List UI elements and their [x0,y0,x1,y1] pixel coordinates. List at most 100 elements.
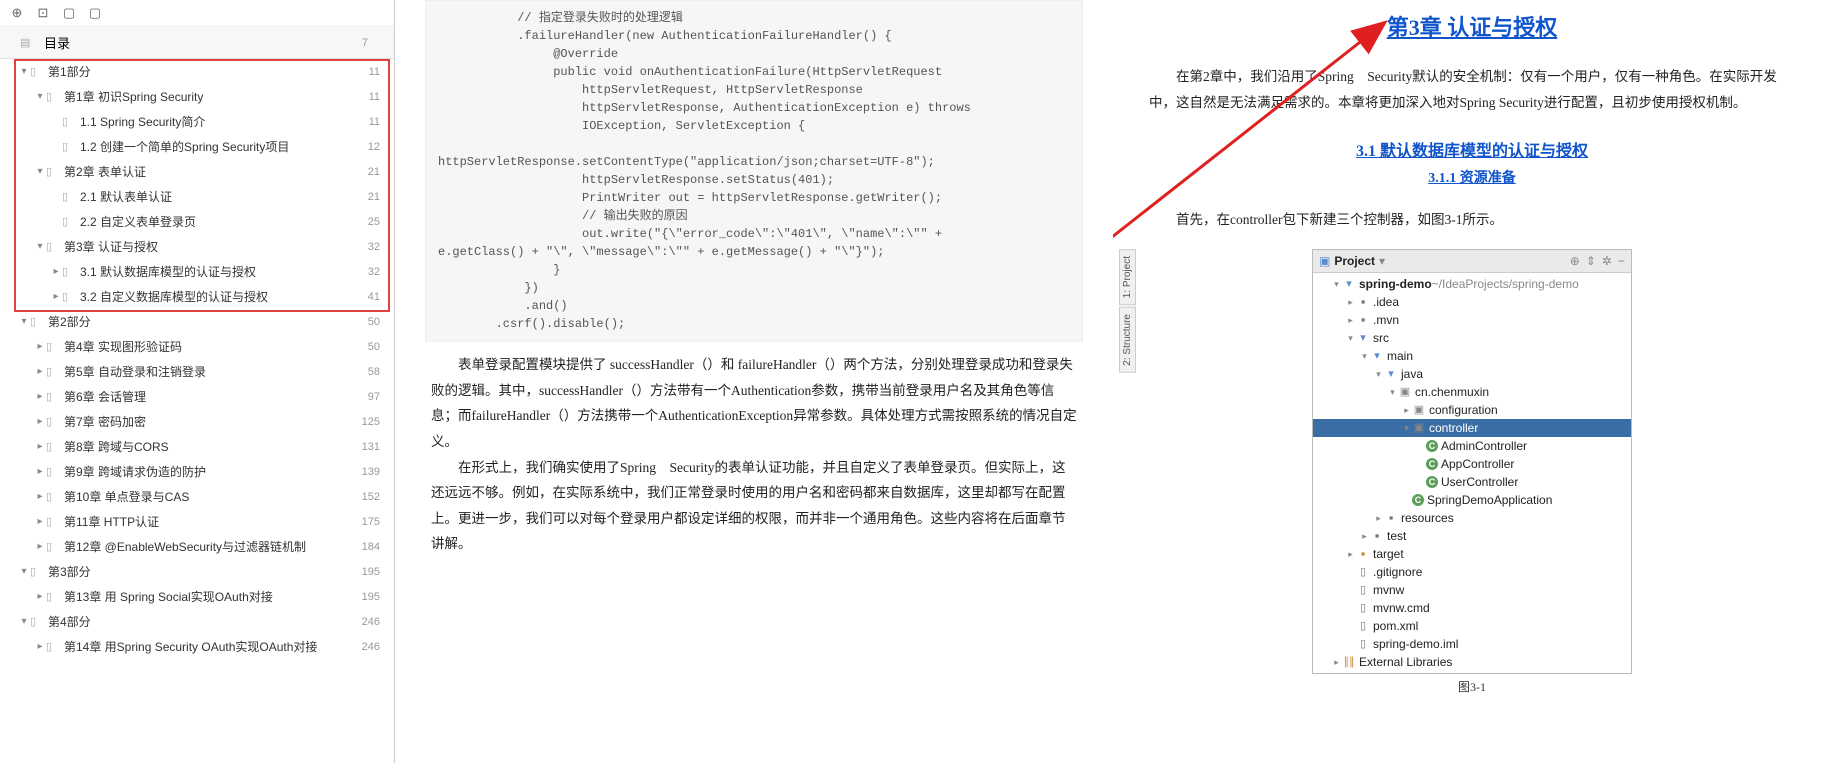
toc-item[interactable]: ▾▯第1部分11 [0,59,394,84]
expand-icon[interactable]: ▸ [34,391,46,402]
folder-icon: ▣ [1319,254,1330,268]
toolbar-btn-3[interactable]: ▢ [60,4,78,22]
gear-icon[interactable]: ✲ [1602,254,1612,268]
tree-expand-icon[interactable]: ▸ [1359,527,1370,545]
crosshair-icon[interactable]: ⊕ [1570,254,1580,268]
expand-icon[interactable]: ▸ [34,591,46,602]
tab-project[interactable]: 1: Project [1119,249,1136,305]
tree-expand-icon[interactable]: ▾ [1401,419,1412,437]
toc-item[interactable]: ▾▯第3章 认证与授权32 [0,234,394,259]
toc-item[interactable]: ▯2.2 自定义表单登录页25 [0,209,394,234]
toc-item[interactable]: ▸▯第7章 密码加密125 [0,409,394,434]
toc-item-page: 58 [368,366,386,378]
toc-item[interactable]: ▯1.1 Spring Security简介11 [0,109,394,134]
chapter-title[interactable]: 第3章 认证与授权 [1143,10,1801,42]
tree-expand-icon[interactable]: ▾ [1345,329,1356,347]
tab-structure[interactable]: 2: Structure [1119,307,1136,373]
dropdown-icon[interactable]: ▾ [1379,254,1385,268]
toc-item[interactable]: ▾▯第2部分50 [0,309,394,334]
subsection-title[interactable]: 3.1.1 资源准备 [1143,167,1801,187]
tree-row[interactable]: ▯mvnw.cmd [1313,599,1631,617]
tree-row[interactable]: CSpringDemoApplication [1313,491,1631,509]
section-title[interactable]: 3.1 默认数据库模型的认证与授权 [1143,137,1801,161]
expand-icon[interactable]: ▾ [18,316,30,327]
tree-row[interactable]: CUserController [1313,473,1631,491]
toc-item[interactable]: ▸▯第5章 自动登录和注销登录58 [0,359,394,384]
expand-icon[interactable]: ▾ [34,91,46,102]
hide-icon[interactable]: − [1618,254,1625,268]
tree-row[interactable]: ▾▾main [1313,347,1631,365]
tree-expand-icon[interactable]: ▸ [1345,311,1356,329]
expand-icon[interactable]: ▾ [34,241,46,252]
toc-item[interactable]: ▾▯第1章 初识Spring Security11 [0,84,394,109]
tree-expand-icon[interactable]: ▾ [1373,365,1384,383]
toc-item[interactable]: ▸▯第9章 跨域请求伪造的防护139 [0,459,394,484]
tree-row[interactable]: ▸▪target [1313,545,1631,563]
tree-expand-icon[interactable]: ▸ [1401,401,1412,419]
expand-icon[interactable]: ▸ [50,291,62,302]
tree-row[interactable]: ▸▣configuration [1313,401,1631,419]
toc-item[interactable]: ▾▯第4部分246 [0,609,394,634]
toc-item[interactable]: ▸▯第10章 单点登录与CAS152 [0,484,394,509]
toc-item[interactable]: ▸▯第11章 HTTP认证175 [0,509,394,534]
tree-row[interactable]: ▾▾java [1313,365,1631,383]
expand-icon[interactable]: ▸ [34,516,46,527]
expand-icon[interactable]: ▸ [34,341,46,352]
expand-icon[interactable]: ▸ [34,441,46,452]
tree-row[interactable]: ▯spring-demo.iml [1313,635,1631,653]
toc-item[interactable]: ▸▯第13章 用 Spring Social实现OAuth对接195 [0,584,394,609]
toc-item-page: 131 [362,441,386,453]
expand-icon[interactable]: ▾ [18,66,30,77]
tree-expand-icon[interactable]: ▸ [1331,653,1342,671]
toc-item[interactable]: ▸▯第12章 @EnableWebSecurity与过滤器链机制184 [0,534,394,559]
tree-expand-icon[interactable]: ▸ [1345,545,1356,563]
expand-icon[interactable]: ▾ [34,166,46,177]
expand-icon[interactable]: ▾ [18,616,30,627]
tree-expand-icon[interactable]: ▸ [1373,509,1384,527]
expand-icon[interactable]: ▸ [34,491,46,502]
tree-row[interactable]: ▸∥∥External Libraries [1313,653,1631,671]
tree-row[interactable]: ▾▣cn.chenmuxin [1313,383,1631,401]
page-icon: ▯ [46,365,60,378]
expand-icon[interactable]: ▸ [34,541,46,552]
toc-item[interactable]: ▾▯第3部分195 [0,559,394,584]
toc-item[interactable]: ▸▯第4章 实现图形验证码50 [0,334,394,359]
expand-icon[interactable]: ▸ [34,641,46,652]
expand-icon[interactable]: ▸ [50,266,62,277]
toolbar-btn-4[interactable]: ▢ [86,4,104,22]
tree-row[interactable]: ▾▾spring-demo ~/IdeaProjects/spring-demo [1313,275,1631,293]
toc-item[interactable]: ▯1.2 创建一个简单的Spring Security项目12 [0,134,394,159]
tree-expand-icon[interactable]: ▾ [1331,275,1342,293]
tree-row[interactable]: ▸▪test [1313,527,1631,545]
tree-row[interactable]: CAppController [1313,455,1631,473]
toc-item[interactable]: ▸▯第8章 跨域与CORS131 [0,434,394,459]
expand-icon[interactable]: ▸ [34,366,46,377]
tree-row[interactable]: ▸▪.mvn [1313,311,1631,329]
section-text: 首先，在controller包下新建三个控制器，如图3-1所示。 [1143,197,1801,243]
toc-item[interactable]: ▸▯3.1 默认数据库模型的认证与授权32 [0,259,394,284]
toc-item[interactable]: ▸▯3.2 自定义数据库模型的认证与授权41 [0,284,394,309]
tree-expand-icon[interactable]: ▸ [1345,293,1356,311]
toc-item[interactable]: ▸▯第14章 用Spring Security OAuth实现OAuth对接24… [0,634,394,659]
toc-item[interactable]: ▾▯第2章 表单认证21 [0,159,394,184]
tree-expand-icon[interactable]: ▾ [1359,347,1370,365]
toc-item[interactable]: ▯2.1 默认表单认证21 [0,184,394,209]
expand-icon[interactable]: ▸ [34,416,46,427]
tree-row[interactable]: ▾▣controller [1313,419,1631,437]
tree-row[interactable]: ▸▪resources [1313,509,1631,527]
tree-expand-icon[interactable]: ▾ [1387,383,1398,401]
file-icon: ▯ [1356,581,1370,599]
toc-header[interactable]: ▤ 目录 7 [0,27,394,59]
expand-icon[interactable]: ▾ [18,566,30,577]
tree-row[interactable]: ▯.gitignore [1313,563,1631,581]
toc-item[interactable]: ▸▯第6章 会话管理97 [0,384,394,409]
collapse-icon[interactable]: ⇕ [1586,254,1596,268]
toolbar-btn-2[interactable]: ⊡ [34,4,52,22]
expand-icon[interactable]: ▸ [34,466,46,477]
tree-row[interactable]: ▯pom.xml [1313,617,1631,635]
tree-row[interactable]: CAdminController [1313,437,1631,455]
tree-row[interactable]: ▸▪.idea [1313,293,1631,311]
tree-row[interactable]: ▯mvnw [1313,581,1631,599]
toolbar-btn-1[interactable]: ⊕ [8,4,26,22]
tree-row[interactable]: ▾▾src [1313,329,1631,347]
